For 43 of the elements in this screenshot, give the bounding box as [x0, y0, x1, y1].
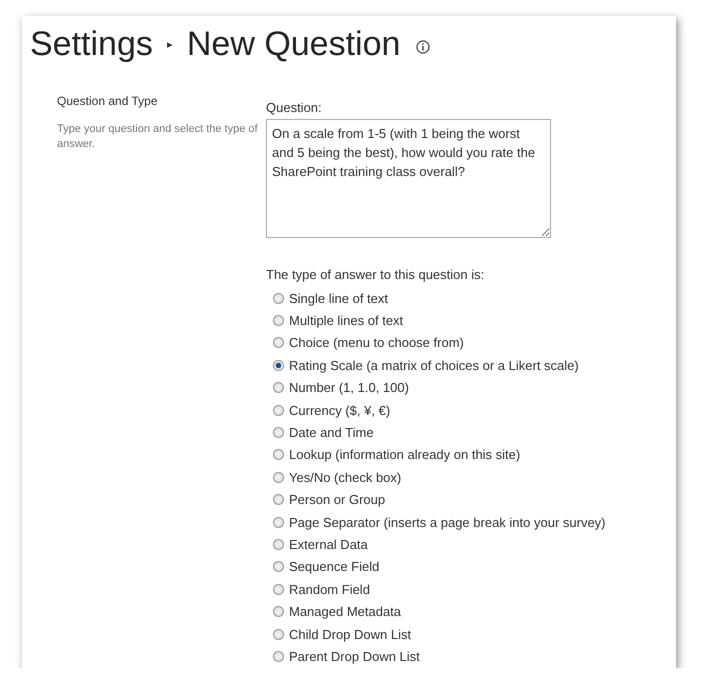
answer-type-option[interactable]: Person or Group — [273, 488, 606, 511]
answer-type-label: The type of answer to this question is: — [266, 267, 486, 282]
answer-type-option[interactable]: Date and Time — [273, 421, 606, 444]
radio-button[interactable] — [273, 516, 284, 528]
info-icon[interactable] — [416, 40, 430, 54]
answer-type-option[interactable]: Currency ($, ¥, €) — [273, 398, 606, 422]
radio-button[interactable] — [273, 538, 284, 550]
answer-type-option[interactable]: Rating Scale (a matrix of choices or a Likert scale) — [273, 354, 606, 377]
answer-type-option[interactable]: Choice (menu to choose from) — [273, 332, 606, 354]
radio-button[interactable] — [273, 561, 284, 572]
radio-button[interactable] — [273, 427, 284, 438]
answer-type-option[interactable]: Child Drop Down List — [273, 622, 606, 646]
radio-button[interactable] — [273, 584, 284, 595]
radio-button[interactable] — [273, 292, 284, 304]
section-heading: Question and Type — [57, 94, 159, 108]
breadcrumb-separator: ▸ — [166, 38, 173, 50]
page-title: New Question — [186, 24, 400, 65]
section-description: Type your question and select the type of answer. — [57, 122, 259, 152]
answer-type-option[interactable]: Parent Drop Down List — [273, 645, 606, 668]
answer-type-option[interactable]: Managed Metadata — [273, 600, 606, 623]
question-field[interactable]: On a scale from 1-5 (with 1 being the worst and 5 being the best), how would you rate the SharePoint training class overall? — [266, 119, 551, 238]
radio-button[interactable] — [273, 382, 284, 394]
radio-button[interactable] — [273, 315, 284, 326]
radio-button[interactable] — [273, 606, 284, 618]
radio-button[interactable] — [273, 337, 284, 348]
breadcrumb-link[interactable]: Settings — [30, 22, 153, 66]
radio-button[interactable] — [273, 449, 284, 460]
answer-type-option[interactable]: Lookup (information already on this site) — [273, 444, 606, 466]
radio-button[interactable] — [273, 494, 284, 506]
radio-button[interactable] — [273, 360, 284, 371]
question-label: Question: — [266, 100, 323, 115]
radio-button[interactable] — [273, 650, 284, 662]
answer-type-option[interactable]: Number (1, 1.0, 100) — [273, 376, 606, 399]
answer-type-option[interactable]: External Data — [273, 533, 606, 556]
answer-type-option[interactable]: Multiple lines of text — [273, 309, 606, 332]
answer-type-option[interactable]: Yes/No (check box) — [273, 466, 606, 489]
answer-type-option[interactable]: Random Field — [273, 578, 606, 600]
answer-type-option[interactable]: Sequence Field — [273, 556, 606, 578]
answer-type-option[interactable]: Page Separator (inserts a page break into your survey) — [273, 510, 606, 534]
radio-button[interactable] — [273, 472, 284, 483]
radio-button[interactable] — [273, 404, 284, 416]
radio-button[interactable] — [273, 628, 284, 640]
answer-type-option[interactable]: Single line of text — [273, 287, 606, 310]
